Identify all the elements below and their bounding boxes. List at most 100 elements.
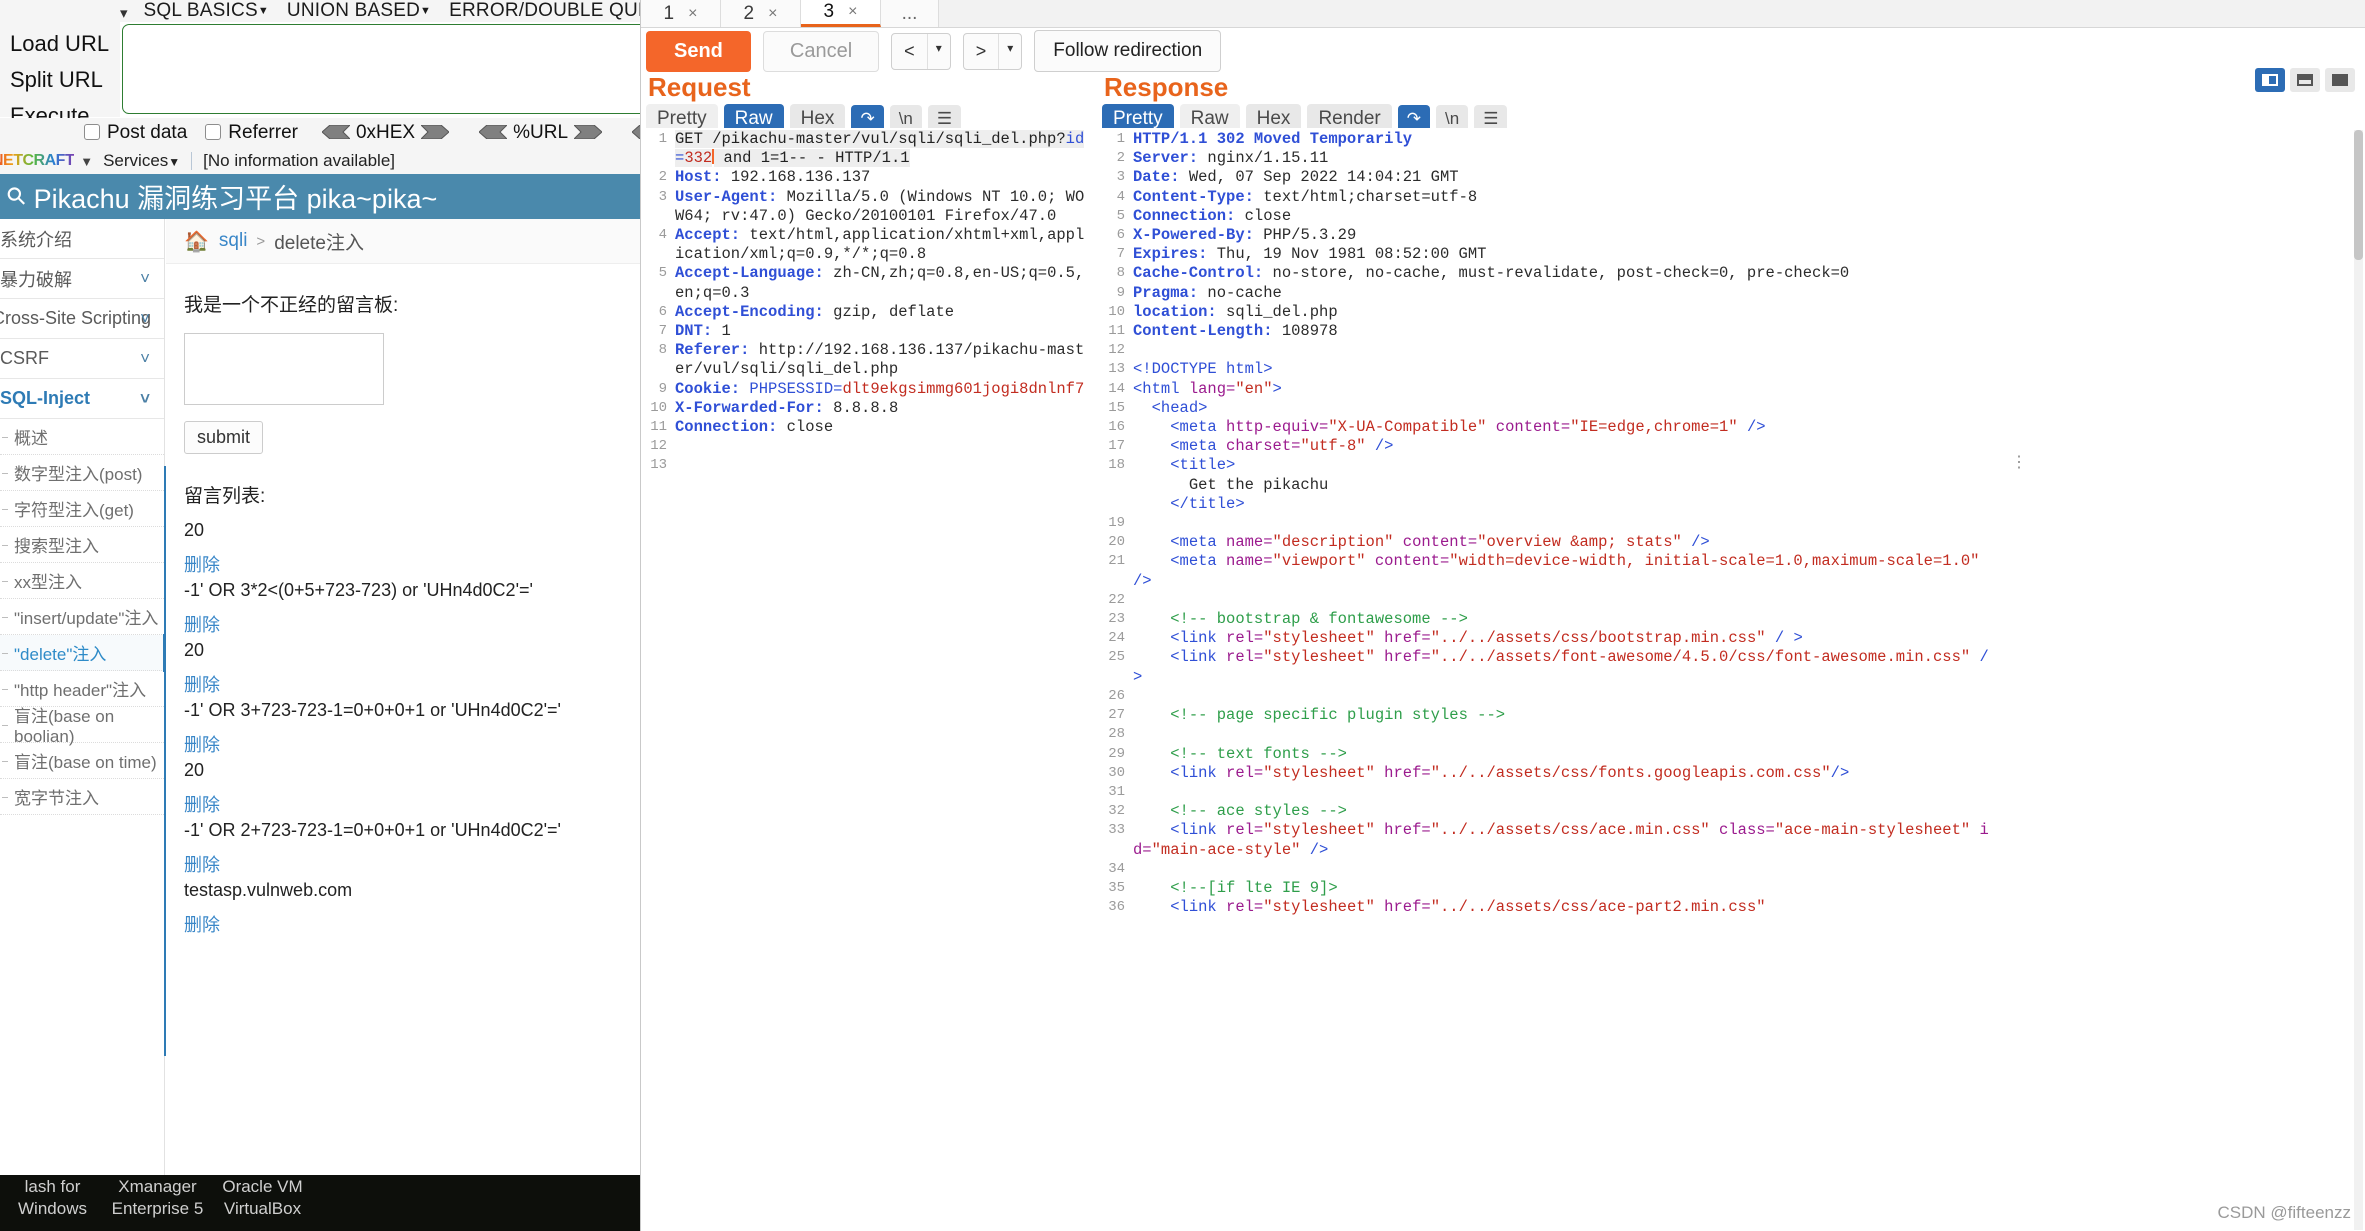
- code-token: charset=: [1226, 437, 1301, 456]
- netcraft-services-menu[interactable]: Services▼: [103, 151, 180, 171]
- request-body[interactable]: GET /pikachu-master/vul/sqli/sqli_del.ph…: [675, 130, 1087, 476]
- sidebar-item-csrf[interactable]: CSRF ˅: [0, 339, 164, 379]
- code-token: "../../assets/css/bootstrap.min.css": [1430, 629, 1766, 648]
- code-token: <meta: [1133, 533, 1227, 552]
- close-icon[interactable]: ×: [688, 5, 697, 23]
- line-number: 3: [658, 188, 667, 205]
- line-number: 9: [1116, 284, 1125, 301]
- url-encoder[interactable]: %URL: [473, 122, 608, 144]
- split-url-button[interactable]: Split URL: [0, 62, 120, 98]
- sidebar-subitem-blind-time[interactable]: 盲注(base on time): [0, 743, 164, 779]
- code-token: Connection:: [675, 418, 787, 437]
- cancel-button[interactable]: Cancel: [762, 30, 880, 72]
- sidebar-item-brute-force[interactable]: 暴力破解 ˅: [0, 259, 164, 299]
- menu-union-based[interactable]: UNION BASED▼: [287, 0, 431, 22]
- split-horizontal-icon[interactable]: [2290, 68, 2320, 92]
- line-number: 2: [1116, 150, 1125, 167]
- message-textarea[interactable]: [184, 333, 384, 405]
- line-number: 31: [1108, 783, 1125, 800]
- line-number: 18: [1108, 457, 1125, 474]
- back-button[interactable]: <: [892, 33, 928, 69]
- sidebar-subitem-wide-byte[interactable]: 宽字节注入: [0, 779, 164, 815]
- code-token: "main-ace-style": [1151, 840, 1301, 859]
- sidebar-subitem-delete[interactable]: "delete"注入: [0, 634, 164, 672]
- send-button[interactable]: Send: [646, 30, 751, 72]
- code-token: 192.168.136.137: [730, 168, 871, 187]
- code-token: <link: [1133, 898, 1227, 917]
- split-vertical-icon[interactable]: [2255, 68, 2285, 92]
- sidebar-item-intro[interactable]: 系统介绍: [0, 219, 164, 259]
- code-token: location:: [1133, 302, 1227, 321]
- code-line: X-Forwarded-For: 8.8.8.8: [675, 399, 1087, 418]
- code-token: name=: [1226, 533, 1273, 552]
- code-token: <link: [1133, 763, 1227, 782]
- response-body[interactable]: HTTP/1.1 302 Moved Temporarily Server: ng…: [1133, 130, 1995, 917]
- code-token: Content-Type:: [1133, 187, 1264, 206]
- code-line: Content-Length: 108978: [1133, 322, 1995, 341]
- sidebar-item-xss[interactable]: Cross-Site Scripting ˅: [0, 299, 164, 339]
- taskbar-label[interactable]: Xmanager: [105, 1177, 210, 1197]
- chevron-down-icon[interactable]: ▾: [120, 4, 128, 22]
- line-number: 16: [1108, 419, 1125, 436]
- breadcrumb-root[interactable]: sqli: [219, 230, 248, 252]
- tab-1[interactable]: 1 ×: [641, 0, 721, 27]
- tab-3[interactable]: 3 ×: [801, 0, 881, 27]
- submit-button[interactable]: submit: [184, 421, 264, 454]
- request-editor[interactable]: 1 2 3 4 5 6 7 8 9 10 11 12 13 GET /pikachu-master/vu…: [641, 128, 1091, 828]
- code-line: X-Powered-By: PHP/5.3.29: [1133, 226, 1995, 245]
- code-token: <!--[if lte IE 9]>: [1133, 878, 1338, 897]
- menu-sql-basics[interactable]: SQL BASICS▼: [144, 0, 269, 22]
- home-icon[interactable]: 🏠: [184, 229, 209, 254]
- line-number: 29: [1108, 745, 1125, 762]
- code-line: <link rel="stylesheet" href="../../asset…: [1133, 648, 1995, 686]
- bullet-icon: [2, 761, 8, 762]
- line-number: 28: [1108, 726, 1125, 743]
- sidebar-subitem-xx-type[interactable]: xx型注入: [0, 563, 164, 599]
- code-token: content=: [1365, 552, 1450, 571]
- code-token: Content-Length:: [1133, 322, 1282, 341]
- forward-button[interactable]: >: [964, 33, 1000, 69]
- code-line: <html lang="en">: [1133, 380, 1995, 399]
- post-data-checkbox[interactable]: Post data: [84, 122, 187, 144]
- response-editor[interactable]: 1 2 3 4 5 6 7 8 9 10 11 12 13 14 15 16 17 18 19 20 21 22 23 24 2…: [1099, 128, 1999, 1231]
- single-pane-icon[interactable]: [2325, 68, 2355, 92]
- taskbar-label[interactable]: Windows: [0, 1199, 105, 1219]
- line-number: 11: [650, 419, 667, 436]
- sidebar-subitem-numeric-post[interactable]: 数字型注入(post): [0, 455, 164, 491]
- response-pane-handle[interactable]: ⋮: [2011, 455, 2027, 471]
- code-token: nginx/1.15.11: [1207, 149, 1329, 168]
- back-dropdown-icon[interactable]: ▾: [928, 34, 950, 69]
- code-line: <link rel="stylesheet" href="../../asset…: [1133, 898, 1995, 917]
- code-token: text/html;charset=utf-8: [1263, 187, 1478, 206]
- taskbar-label[interactable]: Oracle VM: [210, 1177, 315, 1197]
- taskbar-label[interactable]: lash for: [0, 1177, 105, 1197]
- code-token: lang=: [1188, 379, 1236, 398]
- chevron-down-icon: ˅: [140, 348, 150, 368]
- code-line: <!-- text fonts -->: [1133, 745, 1995, 764]
- follow-redirection-button[interactable]: Follow redirection: [1034, 30, 1222, 72]
- chevron-down-icon: ˅: [140, 268, 150, 288]
- sidebar-subitem-blind-boolean[interactable]: 盲注(base on boolian): [0, 707, 164, 746]
- sidebar-subitem-string-get[interactable]: 字符型注入(get): [0, 491, 164, 527]
- referrer-checkbox[interactable]: Referrer: [205, 122, 298, 144]
- chevron-down-icon[interactable]: ▼: [80, 154, 93, 169]
- tab-more[interactable]: ...: [881, 0, 939, 27]
- sidebar-subitem-search[interactable]: 搜索型注入: [0, 527, 164, 563]
- sidebar-item-sql-inject[interactable]: SQL-Inject ˅: [0, 379, 164, 419]
- chevron-down-icon: ˅: [140, 388, 150, 408]
- forward-dropdown-icon[interactable]: ▾: [999, 34, 1021, 69]
- sidebar-subitem-overview[interactable]: 概述: [0, 419, 164, 455]
- taskbar-label[interactable]: VirtualBox: [210, 1199, 315, 1219]
- tab-2[interactable]: 2 ×: [721, 0, 801, 27]
- scrollbar-thumb[interactable]: [2354, 130, 2363, 260]
- close-icon[interactable]: ×: [768, 5, 777, 23]
- close-icon[interactable]: ×: [848, 3, 857, 21]
- sidebar-subitem-insert-update[interactable]: "insert/update"注入: [0, 599, 164, 635]
- taskbar-label[interactable]: Enterprise 5: [105, 1199, 210, 1219]
- load-url-button[interactable]: Load URL: [0, 26, 120, 62]
- response-scrollbar[interactable]: [2354, 130, 2363, 1230]
- line-number: 25: [1108, 649, 1125, 666]
- hex-encoder[interactable]: 0xHEX: [316, 122, 455, 144]
- code-token: 8.8.8.8: [833, 398, 899, 417]
